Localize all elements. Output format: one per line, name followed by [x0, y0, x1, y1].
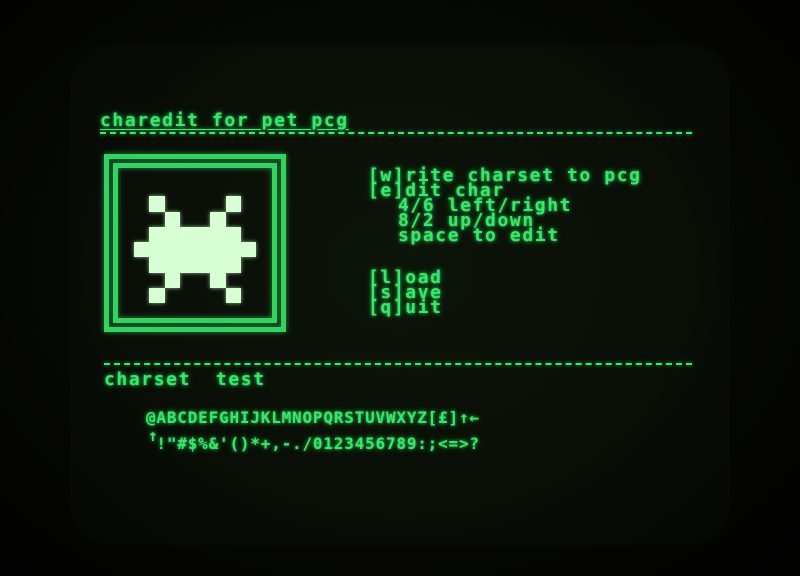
pixel-cell[interactable] — [226, 181, 241, 196]
charset-test-label: charset test — [104, 369, 266, 390]
pixel-cell[interactable] — [134, 227, 149, 242]
pixel-cell[interactable] — [195, 196, 210, 211]
pixel-cell[interactable] — [195, 242, 211, 258]
bottom-divider — [104, 363, 692, 365]
top-divider — [100, 132, 692, 134]
pixel-cell[interactable] — [226, 273, 241, 288]
pixel-cell[interactable] — [180, 273, 195, 288]
pixel-cell[interactable] — [210, 257, 226, 273]
pixel-cell[interactable] — [241, 227, 256, 242]
pixel-cell[interactable] — [134, 273, 149, 288]
pixel-cell[interactable] — [134, 181, 149, 196]
pixel-cell[interactable] — [226, 212, 241, 227]
pixel-cell[interactable] — [180, 196, 195, 211]
pixel-cell[interactable] — [195, 257, 211, 273]
pixel-cell[interactable] — [225, 226, 241, 242]
pixel-cell[interactable] — [241, 196, 256, 211]
pixel-cell[interactable] — [179, 226, 195, 242]
pixel-cell[interactable] — [225, 196, 241, 212]
pixel-cell[interactable] — [210, 288, 225, 303]
pixel-cell[interactable] — [134, 288, 149, 303]
pixel-cell[interactable] — [134, 242, 150, 258]
pixel-cell[interactable] — [210, 272, 226, 288]
pixel-cell[interactable] — [241, 212, 256, 227]
pixel-cell[interactable] — [164, 272, 180, 288]
pixel-cell[interactable] — [179, 242, 195, 258]
pixel-cell[interactable] — [134, 257, 149, 272]
pixel-cell[interactable] — [180, 181, 195, 196]
pixel-cell[interactable] — [180, 212, 195, 227]
app-title: charedit for pet pcg — [100, 110, 349, 131]
pixel-cell[interactable] — [240, 242, 256, 258]
pixel-cell[interactable] — [241, 288, 256, 303]
pixel-cell[interactable] — [195, 226, 211, 242]
crt-monitor: charedit for pet pcg [w]rite charset to … — [0, 0, 800, 576]
pixel-cell[interactable] — [149, 212, 164, 227]
pixel-cell[interactable] — [225, 257, 241, 273]
pixel-cell[interactable] — [149, 226, 165, 242]
pixel-cell[interactable] — [165, 196, 180, 211]
menu-quit[interactable]: [q]uit — [368, 299, 443, 317]
pixel-cell[interactable] — [180, 288, 195, 303]
charset-row-2: !"#$%&'()*+,-./0123456789:;<=>? — [146, 434, 480, 453]
pixel-cell[interactable] — [149, 287, 165, 303]
pixel-cell[interactable] — [149, 273, 164, 288]
pixel-cell[interactable] — [149, 196, 165, 212]
pixel-cell[interactable] — [134, 212, 149, 227]
pixel-cell[interactable] — [164, 211, 180, 227]
pixel-cell[interactable] — [164, 242, 180, 258]
pixel-cell[interactable] — [210, 226, 226, 242]
pixel-cell[interactable] — [210, 196, 225, 211]
pixel-cell[interactable] — [210, 211, 226, 227]
pixel-cell[interactable] — [195, 273, 210, 288]
pixel-cell[interactable] — [210, 181, 225, 196]
pixel-cell[interactable] — [225, 242, 241, 258]
pixel-cell[interactable] — [225, 287, 241, 303]
char-editor[interactable] — [104, 154, 286, 332]
pixel-grid[interactable] — [134, 181, 256, 303]
pixel-cell[interactable] — [241, 273, 256, 288]
charset-row-1: @ABCDEFGHIJKLMNOPQRSTUVWXYZ[£]↑← — [146, 408, 480, 427]
pixel-cell[interactable] — [195, 212, 210, 227]
pixel-cell[interactable] — [134, 196, 149, 211]
pixel-cell[interactable] — [164, 226, 180, 242]
pixel-cell[interactable] — [164, 257, 180, 273]
pixel-cell[interactable] — [241, 257, 256, 272]
pixel-cell[interactable] — [210, 242, 226, 258]
pixel-cell[interactable] — [179, 257, 195, 273]
pixel-cell[interactable] — [165, 181, 180, 196]
pixel-cell[interactable] — [195, 181, 210, 196]
hint-space-edit: space to edit — [398, 225, 560, 246]
pixel-cell[interactable] — [165, 288, 180, 303]
pixel-cell[interactable] — [149, 181, 164, 196]
pixel-cell[interactable] — [241, 181, 256, 196]
pixel-cell[interactable] — [149, 257, 165, 273]
pixel-cell[interactable] — [149, 242, 165, 258]
pixel-cell[interactable] — [195, 288, 210, 303]
